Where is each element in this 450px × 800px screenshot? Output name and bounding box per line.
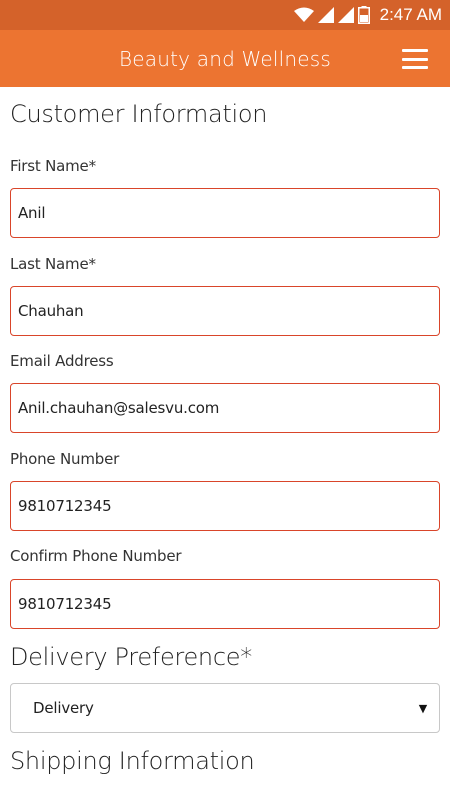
delivery-preference-select[interactable]: Delivery ▼ <box>10 683 440 733</box>
wifi-icon <box>293 7 314 22</box>
battery-icon <box>357 6 370 24</box>
hamburger-menu-icon[interactable] <box>402 49 428 69</box>
shipping-info-heading: Shipping Information <box>10 747 255 775</box>
signal-icon <box>337 7 354 23</box>
dropdown-arrow-icon: ▼ <box>418 701 427 715</box>
last-name-label: Last Name* <box>10 255 96 273</box>
last-name-field[interactable]: Chauhan <box>10 286 440 336</box>
phone-label: Phone Number <box>10 450 120 468</box>
customer-info-heading: Customer Information <box>10 100 268 128</box>
email-label: Email Address <box>10 352 114 370</box>
delivery-selected-value: Delivery <box>33 699 94 717</box>
delivery-preference-heading: Delivery Preference* <box>10 643 252 671</box>
app-title: Beauty and Wellness <box>119 46 331 71</box>
status-time: 2:47 AM <box>379 5 442 24</box>
first-name-label: First Name* <box>10 157 96 175</box>
first-name-field[interactable]: Anil <box>10 188 440 238</box>
confirm-phone-label: Confirm Phone Number <box>10 547 182 565</box>
status-bar: 2:47 AM <box>0 0 450 30</box>
email-field[interactable]: Anil.chauhan@salesvu.com <box>10 383 440 433</box>
app-bar: Beauty and Wellness <box>0 30 450 87</box>
signal-icon <box>317 7 334 23</box>
phone-field[interactable]: 9810712345 <box>10 481 440 531</box>
confirm-phone-field[interactable]: 9810712345 <box>10 579 440 629</box>
